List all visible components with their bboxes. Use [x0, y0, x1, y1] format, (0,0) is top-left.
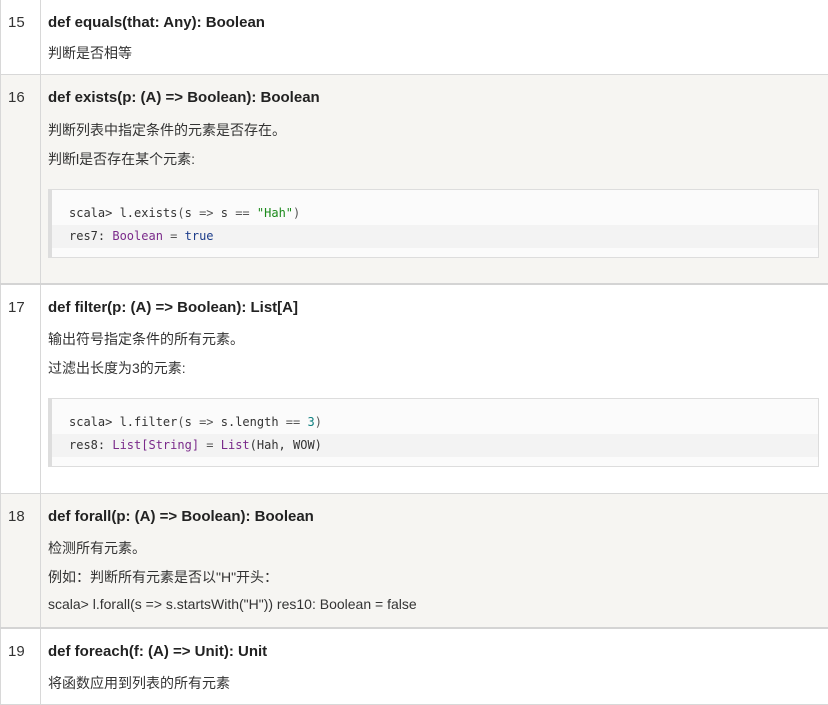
method-signature: def filter(p: (A) => Boolean): List[A]: [48, 299, 298, 316]
method-signature: def equals(that: Any): Boolean: [48, 14, 265, 31]
table-row: 18 def forall(p: (A) => Boolean): Boolea…: [0, 494, 828, 629]
method-signature: def forall(p: (A) => Boolean): Boolean: [48, 508, 314, 525]
row-number-cell: 19: [0, 629, 41, 704]
table-row: 19 def foreach(f: (A) => Unit): Unit 将函数…: [0, 629, 828, 705]
code-line: scala> l.filter(s => s.length == 3): [69, 415, 322, 429]
table-row: 17 def filter(p: (A) => Boolean): List[A…: [0, 285, 828, 494]
example-intro: 过滤出长度为3的元素:: [48, 360, 186, 376]
table-row: 16 def exists(p: (A) => Boolean): Boolea…: [0, 75, 828, 285]
method-description: 输出符号指定条件的所有元素。: [48, 331, 244, 347]
code-block: scala> l.filter(s => s.length == 3) res8…: [48, 398, 819, 467]
row-number: 17: [8, 299, 25, 316]
method-signature: def foreach(f: (A) => Unit): Unit: [48, 643, 268, 660]
row-number: 16: [8, 89, 25, 106]
method-description: 将函数应用到列表的所有元素: [48, 675, 230, 691]
code-line: res8: List[String] = List(Hah, WOW): [52, 434, 818, 457]
row-number: 19: [8, 643, 25, 660]
method-description: 判断是否相等: [48, 45, 132, 61]
method-signature: def exists(p: (A) => Boolean): Boolean: [48, 89, 320, 106]
code-block: scala> l.exists(s => s == "Hah") res7: B…: [48, 189, 819, 258]
row-number-cell: 16: [0, 75, 41, 283]
example-code-inline: scala> l.forall(s => s.startsWith("H")) …: [48, 596, 417, 612]
table-row: 15 def equals(that: Any): Boolean 判断是否相等: [0, 0, 828, 75]
row-number-cell: 17: [0, 285, 41, 493]
row-number: 18: [8, 508, 25, 525]
row-number-cell: 15: [0, 0, 41, 74]
code-line: scala> l.exists(s => s == "Hah"): [69, 206, 301, 220]
method-description: 判断列表中指定条件的元素是否存在。: [48, 122, 286, 138]
row-number: 15: [8, 14, 25, 31]
code-line: res7: Boolean = true: [52, 225, 818, 248]
row-number-cell: 18: [0, 494, 41, 627]
example-intro: 例如：判断所有元素是否以"H"开头：: [48, 569, 279, 585]
method-description: 检测所有元素。: [48, 540, 146, 556]
example-intro: 判断l是否存在某个元素:: [48, 151, 195, 167]
